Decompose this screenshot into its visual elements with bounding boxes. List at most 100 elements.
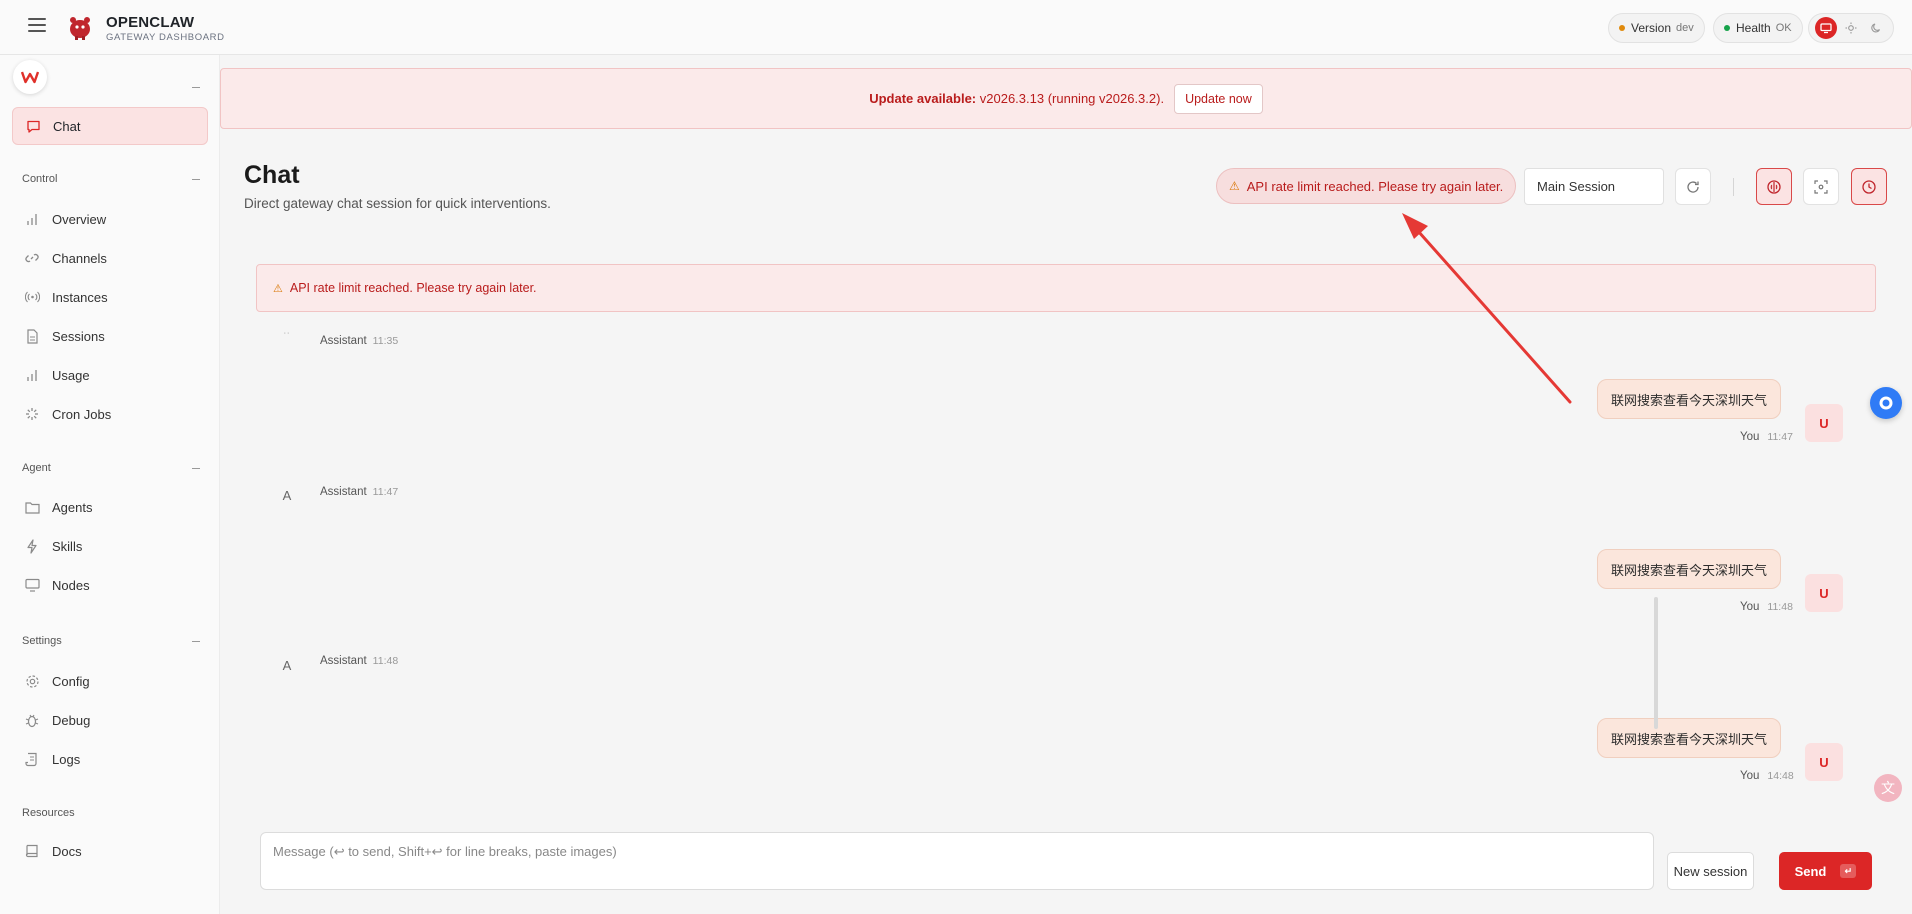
- user-message-bubble: 联网搜索查看今天深圳天气: [1597, 718, 1782, 758]
- sidebar-item-sessions[interactable]: Sessions: [12, 317, 208, 355]
- assistant-meta: Assistant 11:47: [320, 486, 398, 498]
- collapse-agent-icon[interactable]: [192, 468, 200, 469]
- loader-icon: [24, 406, 40, 422]
- assistant-avatar: A: [282, 657, 292, 673]
- sidebar-item-cron-jobs[interactable]: Cron Jobs: [12, 395, 208, 433]
- chat-scrollbar[interactable]: [1654, 597, 1658, 729]
- sidebar-item-label: Config: [52, 673, 90, 689]
- version-dot-icon: [1619, 25, 1625, 31]
- message-author: You: [1740, 601, 1760, 613]
- user-avatar: U: [1805, 743, 1843, 781]
- new-session-button[interactable]: New session: [1667, 852, 1754, 890]
- message-time: 11:47: [372, 486, 399, 498]
- version-pill: Version dev: [1608, 13, 1705, 43]
- message-time: 11:48: [372, 655, 399, 667]
- user-meta: You 11:47: [1740, 431, 1793, 443]
- user-message-bubble: 联网搜索查看今天深圳天气: [1597, 549, 1782, 589]
- bar-chart-icon: [24, 367, 40, 383]
- update-now-button[interactable]: Update now: [1174, 83, 1263, 114]
- message-input[interactable]: Message (↩ to send, Shift+↩ for line bre…: [260, 832, 1654, 890]
- message-author: Assistant: [320, 655, 367, 667]
- message-time: 14:48: [1767, 770, 1794, 782]
- sidebar-item-label: Channels: [52, 250, 107, 266]
- warning-icon: ⚠: [273, 282, 283, 295]
- message-author: You: [1740, 770, 1760, 782]
- moon-icon[interactable]: [1865, 17, 1887, 39]
- translate-icon[interactable]: 文: [1874, 774, 1902, 802]
- collapse-settings-icon[interactable]: [192, 641, 200, 642]
- sidebar-item-label: Nodes: [52, 577, 90, 593]
- sidebar-item-agents[interactable]: Agents: [12, 488, 208, 526]
- send-button[interactable]: Send ↵: [1779, 852, 1872, 890]
- health-dot-icon: [1724, 25, 1730, 31]
- wps-icon[interactable]: [13, 60, 47, 94]
- sidebar-item-config[interactable]: Config: [12, 662, 208, 700]
- monitor-theme-icon[interactable]: [1814, 17, 1837, 39]
- document-icon: [24, 328, 40, 344]
- user-avatar: U: [1805, 574, 1843, 612]
- health-value: OK: [1775, 22, 1792, 34]
- bar-chart-icon: [24, 211, 40, 227]
- gear-icon: [24, 673, 40, 689]
- page-subtitle: Direct gateway chat session for quick in…: [244, 196, 551, 211]
- message-author: Assistant: [320, 335, 367, 347]
- session-select[interactable]: Main Session: [1524, 168, 1664, 205]
- refresh-button[interactable]: [1675, 168, 1711, 205]
- openclaw-logo: [66, 13, 94, 41]
- clock-icon: [1862, 179, 1876, 194]
- message-input-placeholder: Message (↩ to send, Shift+↩ for line bre…: [273, 844, 617, 859]
- sidebar-item-channels[interactable]: Channels: [12, 239, 208, 277]
- sidebar-item-skills[interactable]: Skills: [12, 527, 208, 565]
- update-text: v2026.3.13 (running v2026.3.2).: [979, 91, 1165, 106]
- sidebar-item-label: Sessions: [52, 328, 105, 344]
- health-pill: Health OK: [1713, 13, 1803, 43]
- page-title: Chat: [244, 161, 300, 189]
- sidebar: Chat Control Overview Channels Instances…: [0, 55, 220, 914]
- folder-icon: [24, 499, 40, 515]
- refresh-icon: [1687, 180, 1699, 193]
- sidebar-item-label: Docs: [52, 843, 82, 859]
- focus-mode-button[interactable]: [1803, 168, 1839, 205]
- sidebar-item-usage[interactable]: Usage: [12, 356, 208, 394]
- user-meta: You 11:48: [1740, 601, 1793, 613]
- brand-title: OPENCLAW: [106, 14, 195, 31]
- sidebar-item-chat[interactable]: Chat: [12, 107, 208, 145]
- sidebar-item-label: Skills: [52, 538, 83, 554]
- health-label: Health: [1736, 21, 1771, 35]
- sidebar-item-overview[interactable]: Overview: [12, 200, 208, 238]
- sun-icon[interactable]: [1840, 17, 1862, 39]
- history-button[interactable]: [1851, 168, 1887, 205]
- collapse-control-icon[interactable]: [192, 179, 200, 180]
- update-banner: Update available: v2026.3.13 (running v2…: [220, 68, 1912, 129]
- brain-icon: [1767, 179, 1781, 194]
- bug-icon: [24, 712, 40, 728]
- top-bar: OPENCLAW GATEWAY DASHBOARD Version dev H…: [0, 0, 1912, 55]
- sidebar-item-debug[interactable]: Debug: [12, 701, 208, 739]
- thinking-toggle-button[interactable]: [1756, 168, 1792, 205]
- link-icon: [24, 250, 40, 266]
- sidebar-item-label: Usage: [52, 367, 90, 383]
- chat-icon: [25, 118, 41, 134]
- brand-subtitle: GATEWAY DASHBOARD: [106, 32, 225, 43]
- bolt-icon: [24, 538, 40, 554]
- floating-assistant-icon[interactable]: [1870, 387, 1902, 419]
- collapse-icon[interactable]: [192, 87, 200, 88]
- sidebar-item-label: Chat: [53, 118, 81, 134]
- rate-limit-text: API rate limit reached. Please try again…: [1246, 178, 1504, 194]
- message-time: 11:47: [1767, 431, 1793, 443]
- rate-limit-pill: ⚠ API rate limit reached. Please try aga…: [1216, 168, 1517, 204]
- main-content: Update available: v2026.3.13 (running v2…: [220, 55, 1912, 914]
- message-time: 11:48: [1767, 601, 1793, 613]
- focus-icon: [1814, 179, 1828, 194]
- toolbar-divider: [1733, 178, 1734, 196]
- sidebar-item-nodes[interactable]: Nodes: [12, 566, 208, 604]
- scroll-icon: [24, 751, 40, 767]
- sidebar-item-logs[interactable]: Logs: [12, 740, 208, 778]
- error-bar: ⚠ API rate limit reached. Please try aga…: [256, 264, 1876, 312]
- sidebar-item-instances[interactable]: Instances: [12, 278, 208, 316]
- sidebar-item-docs[interactable]: Docs: [12, 832, 208, 870]
- sidebar-item-label: Instances: [52, 289, 108, 305]
- sidebar-item-label: Logs: [52, 751, 81, 767]
- sidebar-item-label: Cron Jobs: [52, 406, 112, 422]
- menu-icon[interactable]: [28, 18, 46, 34]
